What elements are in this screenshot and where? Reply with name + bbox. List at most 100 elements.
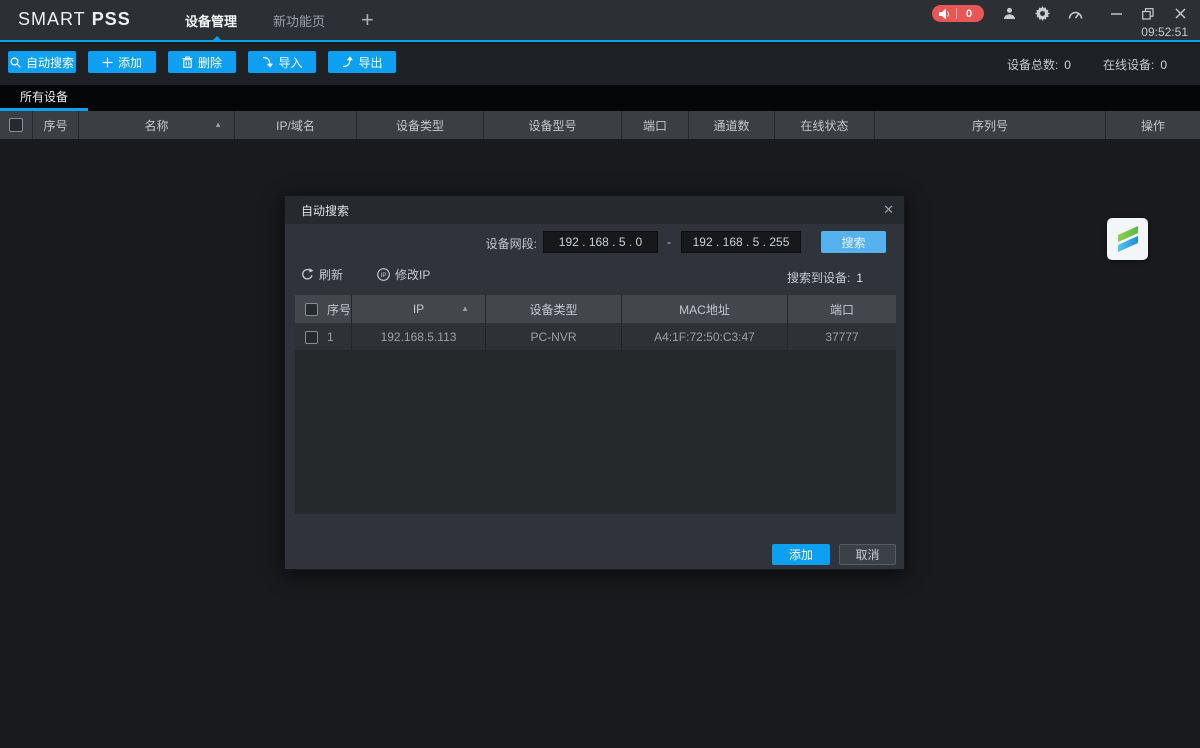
svg-text:IP: IP [381, 273, 387, 279]
col-channel-count[interactable]: 通道数 [689, 111, 775, 139]
col-port[interactable]: 端口 [622, 111, 689, 139]
device-list-body: 自动搜索 ✕ 设备网段: - 搜索 刷新 IP 修改IP [0, 139, 1200, 748]
auto-search-label: 自动搜索 [26, 54, 74, 71]
dialog-title-bar: 自动搜索 ✕ [285, 196, 904, 224]
title-bar: SMART PSS 设备管理 新功能页 + 0 [0, 0, 1200, 42]
found-devices-label: 搜索到设备: [787, 271, 850, 285]
result-select-all-checkbox[interactable] [305, 303, 318, 316]
ip-range-start-input[interactable] [543, 231, 658, 253]
titlebar-right-controls: 0 [932, 5, 1188, 22]
refresh-button[interactable]: 刷新 [301, 266, 343, 283]
online-devices-value: 0 [1160, 58, 1167, 72]
ip-range-end-input[interactable] [681, 231, 801, 253]
import-button[interactable]: 导入 [248, 51, 316, 73]
result-col-ip[interactable]: IP ▲ [352, 295, 486, 323]
delete-device-label: 删除 [198, 54, 222, 71]
new-tab-button[interactable]: + [361, 10, 374, 30]
tab-all-devices[interactable]: 所有设备 [0, 85, 88, 111]
import-label: 导入 [278, 54, 302, 71]
total-devices-label: 设备总数: [1007, 58, 1058, 72]
col-serial-number[interactable]: 序列号 [875, 111, 1106, 139]
device-group-strip: 所有设备 [0, 85, 1200, 111]
export-label: 导出 [358, 54, 382, 71]
result-col-port[interactable]: 端口 [788, 295, 896, 323]
smartpss-floating-logo-icon[interactable] [1107, 218, 1148, 260]
segment-label: 设备网段: [486, 235, 537, 252]
dialog-cancel-button[interactable]: 取消 [839, 544, 896, 565]
device-table-header: 序号 名称 ▲ IP/域名 设备类型 设备型号 端口 通道数 在线状态 序列号 … [0, 111, 1200, 139]
search-result-header: 序号 IP ▲ 设备类型 MAC地址 端口 [295, 295, 896, 323]
dialog-search-button[interactable]: 搜索 [821, 231, 886, 253]
col-device-type[interactable]: 设备类型 [357, 111, 484, 139]
add-device-button[interactable]: 添加 [88, 51, 156, 73]
col-online-status[interactable]: 在线状态 [775, 111, 875, 139]
online-devices-label: 在线设备: [1103, 58, 1154, 72]
result-row-device-type: PC-NVR [486, 323, 622, 351]
sort-asc-icon[interactable]: ▲ [214, 121, 222, 129]
col-device-model[interactable]: 设备型号 [484, 111, 622, 139]
result-sort-asc-icon[interactable]: ▲ [461, 305, 469, 313]
device-toolbar: 自动搜索 添加 删除 导入 [0, 44, 1200, 85]
export-arrow-icon [341, 56, 353, 68]
dashboard-gauge-icon[interactable] [1067, 6, 1083, 22]
col-ip-domain[interactable]: IP/域名 [235, 111, 357, 139]
alarm-speaker-icon [939, 8, 950, 20]
tab-new-function-page[interactable]: 新功能页 [273, 11, 325, 30]
result-col-number-label: 序号 [327, 301, 351, 318]
ip-range-separator: - [661, 235, 677, 249]
modify-ip-button[interactable]: IP 修改IP [377, 266, 430, 283]
active-tab-indicator [211, 36, 223, 42]
app-logo: SMART PSS [18, 9, 131, 30]
dialog-add-button[interactable]: 添加 [772, 544, 830, 565]
settings-gear-icon[interactable] [1034, 6, 1050, 22]
add-device-label: 添加 [118, 54, 142, 71]
result-col-number: 序号 [295, 295, 352, 323]
search-result-row[interactable]: 1 192.168.5.113 PC-NVR A4:1F:72:50:C3:47… [295, 323, 896, 351]
import-arrow-icon [261, 56, 273, 68]
alarm-count: 0 [963, 8, 975, 20]
search-icon [10, 57, 21, 68]
result-row-number-cell: 1 [295, 323, 352, 351]
smartpss-window: SMART PSS 设备管理 新功能页 + 0 [0, 0, 1200, 748]
auto-search-button[interactable]: 自动搜索 [8, 51, 76, 73]
result-col-device-type[interactable]: 设备类型 [486, 295, 622, 323]
dialog-title: 自动搜索 [301, 202, 349, 219]
minimize-icon[interactable] [1108, 6, 1124, 22]
modify-ip-label: 修改IP [395, 266, 430, 283]
header-checkbox-cell [0, 111, 33, 139]
brand-pss: PSS [92, 9, 131, 29]
total-devices-stat: 设备总数: 0 [1007, 56, 1071, 73]
delete-device-button[interactable]: 删除 [168, 51, 236, 73]
found-devices-stat: 搜索到设备: 1 [787, 269, 863, 286]
total-devices-value: 0 [1064, 58, 1071, 72]
result-row-mac: A4:1F:72:50:C3:47 [622, 323, 788, 351]
col-name[interactable]: 名称 ▲ [79, 111, 235, 139]
col-operation[interactable]: 操作 [1106, 111, 1200, 139]
found-devices-count: 1 [856, 271, 863, 285]
select-all-checkbox[interactable] [9, 118, 23, 132]
main-tab-bar: 设备管理 新功能页 + [185, 0, 374, 40]
result-row-ip: 192.168.5.113 [352, 323, 486, 351]
user-icon[interactable] [1001, 6, 1017, 22]
search-result-empty-area [295, 351, 896, 514]
result-row-number: 1 [327, 330, 334, 344]
online-devices-stat: 在线设备: 0 [1103, 56, 1167, 73]
trash-icon [182, 56, 193, 68]
close-icon[interactable] [1172, 6, 1188, 22]
result-row-checkbox[interactable] [305, 331, 318, 344]
col-number[interactable]: 序号 [33, 111, 79, 139]
plus-icon [102, 57, 113, 68]
refresh-label: 刷新 [319, 266, 343, 283]
restore-icon[interactable] [1140, 6, 1156, 22]
export-button[interactable]: 导出 [328, 51, 396, 73]
modify-ip-icon: IP [377, 268, 390, 281]
result-col-ip-label: IP [413, 302, 424, 316]
search-result-table: 序号 IP ▲ 设备类型 MAC地址 端口 1 192.168.5.113 [295, 295, 896, 514]
result-col-mac[interactable]: MAC地址 [622, 295, 788, 323]
toolbar-buttons: 自动搜索 添加 删除 导入 [8, 51, 396, 73]
tab-device-management[interactable]: 设备管理 [185, 11, 237, 30]
alarm-badge[interactable]: 0 [932, 5, 984, 22]
col-name-label: 名称 [144, 117, 168, 134]
brand-smart: SMART [18, 9, 86, 29]
dialog-close-icon[interactable]: ✕ [883, 202, 894, 218]
